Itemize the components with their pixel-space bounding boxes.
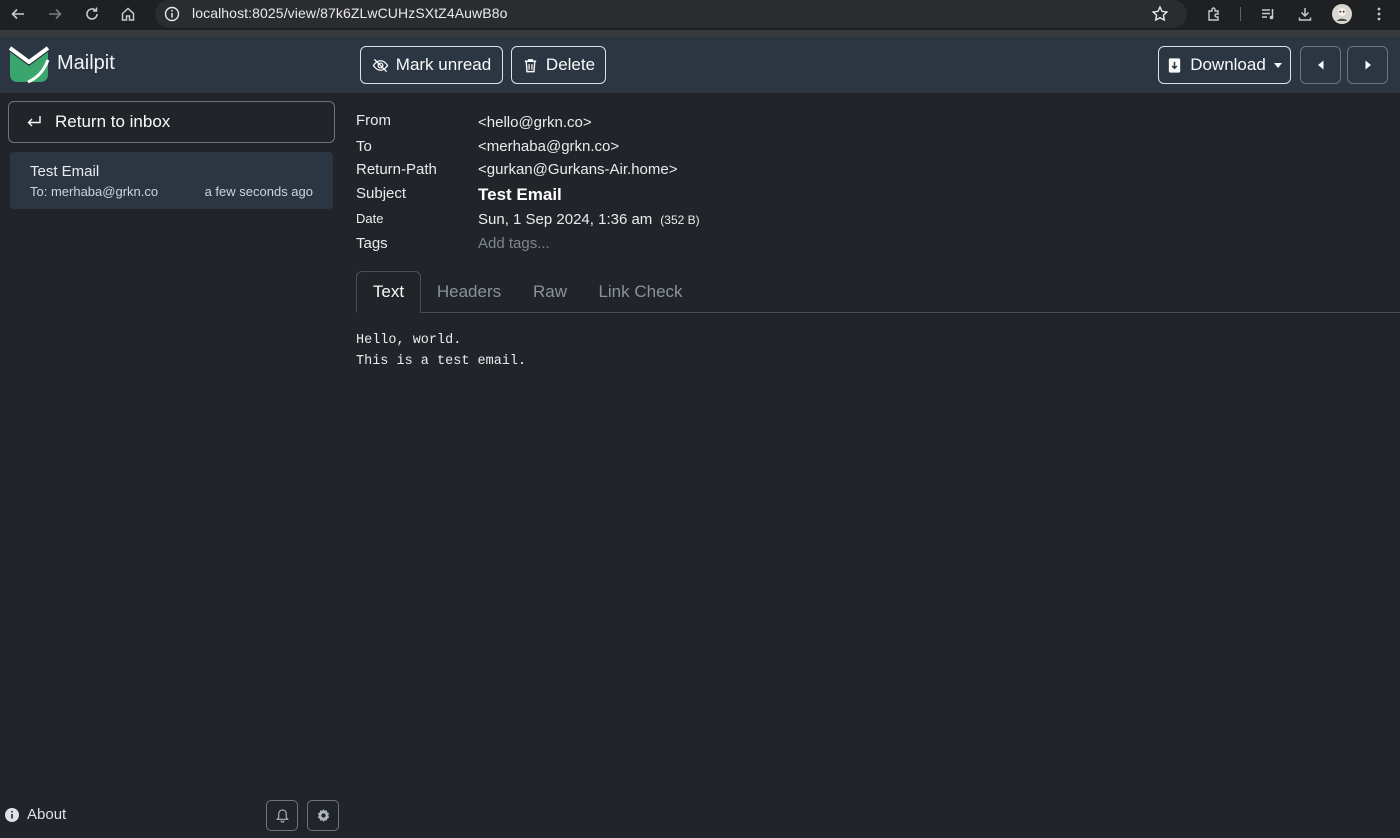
return-to-inbox-button[interactable]: Return to inbox	[8, 101, 335, 143]
toolbar-separator	[1238, 3, 1244, 25]
extensions-icon[interactable]	[1202, 3, 1226, 25]
previous-message-button[interactable]	[1300, 46, 1341, 84]
to-label: To	[356, 138, 372, 155]
tab-text[interactable]: Text	[356, 271, 421, 313]
profile-avatar[interactable]	[1330, 3, 1354, 25]
delete-label: Delete	[545, 55, 596, 74]
browser-divider	[0, 30, 1400, 37]
return-path-label: Return-Path	[356, 161, 437, 178]
caret-left-icon	[1317, 60, 1323, 70]
app-header: Mailpit Mark unread Delete Download	[0, 37, 1400, 93]
forward-icon[interactable]	[43, 3, 67, 25]
return-to-inbox-label: Return to inbox	[55, 112, 171, 131]
date-row: Sun, 1 Sep 2024, 1:36 am (352 B)	[478, 211, 700, 228]
tags-label: Tags	[356, 235, 388, 252]
media-control-icon[interactable]	[1256, 3, 1280, 25]
settings-button[interactable]	[307, 800, 339, 831]
caret-down-icon	[1273, 63, 1282, 68]
date-label: Date	[356, 211, 384, 226]
message-size: (352 B)	[660, 213, 700, 227]
mailpit-logo[interactable]	[8, 44, 50, 84]
message-time: a few seconds ago	[204, 184, 313, 199]
caret-right-icon	[1365, 60, 1371, 70]
back-icon[interactable]	[6, 3, 30, 25]
download-label: Download	[1190, 55, 1266, 74]
next-message-button[interactable]	[1347, 46, 1388, 84]
download-button[interactable]: Download	[1158, 46, 1291, 84]
download-icon[interactable]	[1293, 3, 1317, 25]
gear-icon	[317, 808, 329, 823]
return-path-value: <gurkan@Gurkans-Air.home>	[478, 161, 678, 178]
file-download-icon	[1169, 57, 1181, 73]
list-item[interactable]: Test Email To: merhaba@grkn.co a few sec…	[10, 152, 333, 209]
tags-input[interactable]: Add tags...	[478, 235, 550, 252]
subject-value: Test Email	[478, 185, 562, 204]
bookmark-star-icon[interactable]	[1151, 5, 1169, 23]
message-recipient: To: merhaba@grkn.co	[30, 184, 159, 199]
message-subject: Test Email	[30, 163, 100, 180]
delete-button[interactable]: Delete	[511, 46, 606, 84]
info-circle-icon	[5, 807, 19, 822]
trash-icon	[524, 58, 537, 72]
site-info-icon[interactable]	[164, 6, 180, 22]
subject-label: Subject	[356, 185, 407, 202]
from-label: From	[356, 112, 391, 129]
tab-raw[interactable]: Raw	[520, 271, 580, 313]
about-link[interactable]: About	[5, 806, 66, 823]
url-text: localhost:8025/view/87k6ZLwCUHzSXtZ4AuwB…	[192, 5, 508, 21]
date-value: Sun, 1 Sep 2024, 1:36 am	[478, 211, 653, 228]
tab-link-check[interactable]: Link Check	[588, 271, 693, 313]
mark-unread-label: Mark unread	[395, 55, 492, 74]
reload-icon[interactable]	[80, 3, 104, 25]
address-bar[interactable]: localhost:8025/view/87k6ZLwCUHzSXtZ4AuwB…	[155, 0, 1187, 28]
tab-headers[interactable]: Headers	[425, 271, 513, 313]
about-label: About	[27, 806, 67, 823]
mark-unread-button[interactable]: Mark unread	[360, 46, 503, 84]
app-name: Mailpit	[57, 52, 115, 74]
to-value: <merhaba@grkn.co>	[478, 138, 620, 155]
return-arrow-icon	[27, 116, 41, 127]
browser-menu-icon[interactable]	[1367, 3, 1391, 25]
from-value: <hello@grkn.co>	[478, 114, 592, 131]
notifications-button[interactable]	[266, 800, 298, 831]
message-body: Hello, world. This is a test email.	[356, 333, 527, 369]
bell-icon	[275, 809, 289, 823]
eye-slash-icon	[372, 58, 389, 72]
home-icon[interactable]	[116, 3, 140, 25]
